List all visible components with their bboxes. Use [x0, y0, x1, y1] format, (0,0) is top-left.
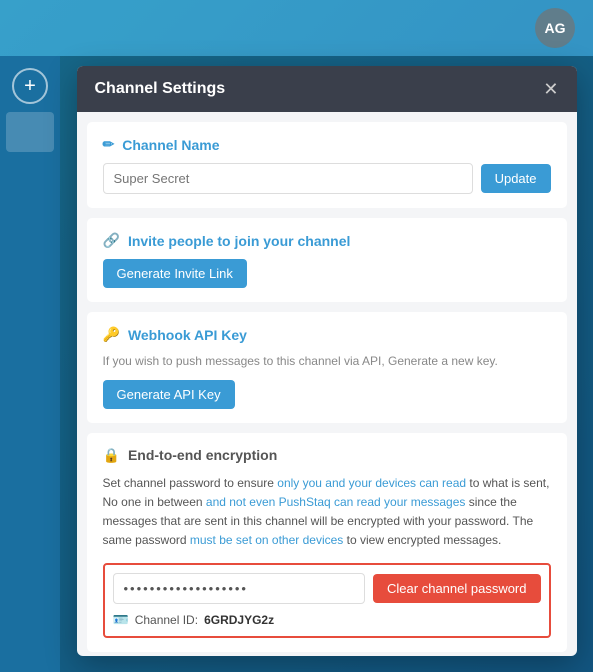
- webhook-description: If you wish to push messages to this cha…: [103, 353, 551, 370]
- password-box: Clear channel password 🪪 Channel ID: 6GR…: [103, 563, 551, 638]
- channel-password-input[interactable]: [113, 573, 366, 604]
- plus-icon: +: [24, 75, 36, 98]
- channel-name-label: Channel Name: [122, 137, 219, 153]
- sidebar-active-item[interactable]: [6, 112, 54, 152]
- encryption-description: Set channel password to ensure only you …: [103, 474, 551, 551]
- lock-icon: 🔒: [103, 447, 120, 464]
- id-card-icon: 🪪: [113, 612, 129, 628]
- modal-overlay: Channel Settings ✕ ✏ Channel Name Update…: [60, 56, 593, 672]
- channel-name-input-row: Update: [103, 163, 551, 194]
- sidebar-add-button[interactable]: +: [12, 68, 48, 104]
- invite-title: 🔗 Invite people to join your channel: [103, 232, 551, 249]
- modal-close-button[interactable]: ✕: [543, 80, 558, 98]
- password-row: Clear channel password: [113, 573, 541, 604]
- webhook-title: 🔑 Webhook API Key: [103, 326, 551, 343]
- channel-id-row: 🪪 Channel ID: 6GRDJYG2z: [113, 612, 541, 628]
- channel-id-value: 6GRDJYG2z: [204, 613, 274, 627]
- modal-title: Channel Settings: [95, 80, 226, 98]
- topbar: AG: [0, 0, 593, 56]
- update-channel-name-button[interactable]: Update: [481, 164, 551, 193]
- webhook-label: Webhook API Key: [128, 327, 247, 343]
- generate-api-key-button[interactable]: Generate API Key: [103, 380, 235, 409]
- pencil-icon: ✏: [103, 136, 115, 153]
- invite-section: 🔗 Invite people to join your channel Gen…: [87, 218, 567, 302]
- generate-invite-link-button[interactable]: Generate Invite Link: [103, 259, 247, 288]
- channel-name-input[interactable]: [103, 163, 473, 194]
- channel-name-section: ✏ Channel Name Update: [87, 122, 567, 208]
- sidebar: +: [0, 56, 60, 672]
- webhook-section: 🔑 Webhook API Key If you wish to push me…: [87, 312, 567, 423]
- modal-header: Channel Settings ✕: [77, 66, 577, 112]
- encryption-label: End-to-end encryption: [128, 447, 277, 463]
- invite-label: Invite people to join your channel: [128, 233, 350, 249]
- channel-name-title: ✏ Channel Name: [103, 136, 551, 153]
- encryption-section: 🔒 End-to-end encryption Set channel pass…: [87, 433, 567, 652]
- channel-settings-modal: Channel Settings ✕ ✏ Channel Name Update…: [77, 66, 577, 656]
- link-icon: 🔗: [103, 232, 120, 249]
- encryption-title: 🔒 End-to-end encryption: [103, 447, 551, 464]
- avatar[interactable]: AG: [535, 8, 575, 48]
- key-icon: 🔑: [103, 326, 120, 343]
- clear-channel-password-button[interactable]: Clear channel password: [373, 574, 540, 603]
- channel-id-label: Channel ID:: [135, 613, 198, 627]
